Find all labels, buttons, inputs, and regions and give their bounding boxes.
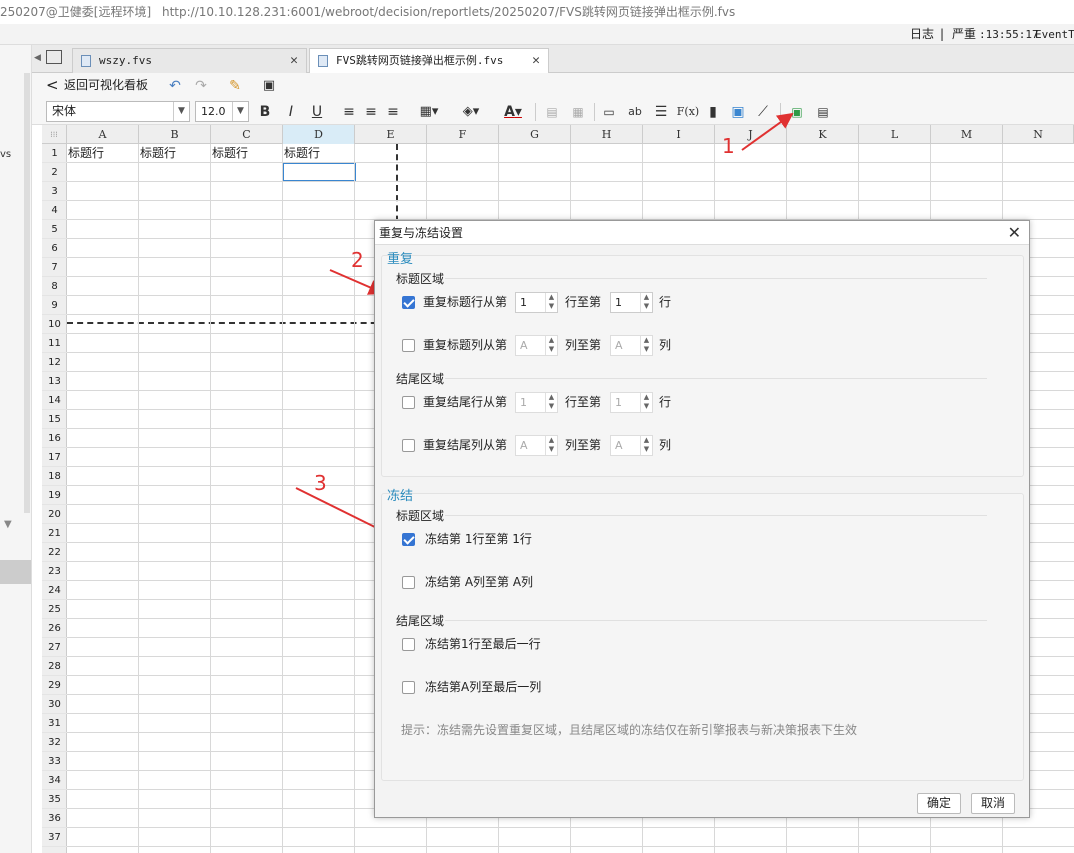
spinner-value: A xyxy=(520,339,528,352)
spinner-arrows-icon[interactable]: ▲ ▼ xyxy=(640,336,652,355)
divider xyxy=(445,515,987,516)
spinner-arrows-icon[interactable]: ▲ ▼ xyxy=(545,336,557,355)
spinner-value: 1 xyxy=(520,296,527,309)
repeat-title-row-mid-label: 行至第 xyxy=(565,295,602,309)
spinner-value: A xyxy=(520,439,528,452)
repeat-title-row-from-spinner[interactable]: 1 ▲ ▼ xyxy=(515,292,558,313)
repeat-title-area-label: 标题区域 xyxy=(396,272,445,286)
freeze-title-col-label: 冻结第 A列至第 A列 xyxy=(425,575,534,589)
repeat-footer-row-label: 重复结尾行从第 xyxy=(423,395,508,409)
repeat-title-col-label: 重复标题列从第 xyxy=(423,338,508,352)
repeat-footer-col-from-spinner[interactable]: A ▲ ▼ xyxy=(515,435,558,456)
freeze-footer-row-label: 冻结第1行至最后一行 xyxy=(425,637,541,651)
repeat-title-col-unit: 列 xyxy=(659,338,672,352)
repeat-title-row-to-spinner[interactable]: 1 ▲ ▼ xyxy=(610,292,653,313)
annotation-label-2: 2 xyxy=(351,248,364,272)
cancel-button[interactable]: 取消 xyxy=(971,793,1015,814)
repeat-footer-row-from-spinner[interactable]: 1 ▲ ▼ xyxy=(515,392,558,413)
dialog-title-bar: 重复与冻结设置 ✕ xyxy=(375,221,1029,245)
spinner-arrows-icon[interactable]: ▲ ▼ xyxy=(545,293,557,312)
freeze-hint-text: 提示：冻结需先设置重复区域，且结尾区域的冻结仅在新引擎报表与新决策报表下生效 xyxy=(401,723,858,737)
repeat-title-row-unit: 行 xyxy=(659,295,672,309)
repeat-footer-col-checkbox[interactable] xyxy=(402,439,415,452)
repeat-footer-col-to-spinner[interactable]: A ▲ ▼ xyxy=(610,435,653,456)
divider xyxy=(445,278,987,279)
freeze-footer-area-label: 结尾区域 xyxy=(396,614,445,628)
repeat-footer-area-label: 结尾区域 xyxy=(396,372,445,386)
close-icon[interactable]: ✕ xyxy=(1008,222,1021,244)
repeat-footer-col-unit: 列 xyxy=(659,438,672,452)
repeat-title-col-to-spinner[interactable]: A ▲ ▼ xyxy=(610,335,653,356)
spinner-value: 1 xyxy=(615,396,622,409)
repeat-footer-row-mid-label: 行至第 xyxy=(565,395,602,409)
spinner-value: 1 xyxy=(615,296,622,309)
spinner-arrows-icon[interactable]: ▲ ▼ xyxy=(545,436,557,455)
dialog-title: 重复与冻结设置 xyxy=(379,226,464,240)
repeat-title-col-from-spinner[interactable]: A ▲ ▼ xyxy=(515,335,558,356)
repeat-footer-col-mid-label: 列至第 xyxy=(565,438,602,452)
repeat-footer-col-label: 重复结尾列从第 xyxy=(423,438,508,452)
freeze-title-row-checkbox[interactable] xyxy=(402,533,415,546)
divider xyxy=(445,378,987,379)
repeat-title-row-label: 重复标题行从第 xyxy=(423,295,508,309)
freeze-title-col-checkbox[interactable] xyxy=(402,576,415,589)
spinner-value: 1 xyxy=(520,396,527,409)
freeze-footer-row-checkbox[interactable] xyxy=(402,638,415,651)
spinner-arrows-icon[interactable]: ▲ ▼ xyxy=(545,393,557,412)
spinner-arrows-icon[interactable]: ▲ ▼ xyxy=(640,436,652,455)
repeat-footer-row-checkbox[interactable] xyxy=(402,396,415,409)
freeze-section-title: 冻结 xyxy=(387,489,414,504)
spinner-arrows-icon[interactable]: ▲ ▼ xyxy=(640,293,652,312)
repeat-footer-row-to-spinner[interactable]: 1 ▲ ▼ xyxy=(610,392,653,413)
repeat-footer-row-unit: 行 xyxy=(659,395,672,409)
annotation-label-1: 1 xyxy=(722,134,735,158)
repeat-title-row-checkbox[interactable] xyxy=(402,296,415,309)
repeat-freeze-dialog: 重复与冻结设置 ✕ 重复 标题区域 重复标题行从第 1 ▲ ▼ 行至第 1 ▲ ▼ 行 … xyxy=(374,220,1030,818)
freeze-title-row-label: 冻结第 1行至第 1行 xyxy=(425,532,532,546)
annotation-label-3: 3 xyxy=(314,471,327,495)
repeat-title-col-mid-label: 列至第 xyxy=(565,338,602,352)
annotation-arrow-1 xyxy=(741,112,794,151)
freeze-title-area-label: 标题区域 xyxy=(396,509,445,523)
repeat-title-col-checkbox[interactable] xyxy=(402,339,415,352)
freeze-footer-col-checkbox[interactable] xyxy=(402,681,415,694)
spinner-value: A xyxy=(615,339,623,352)
ok-button[interactable]: 确定 xyxy=(917,793,961,814)
divider xyxy=(445,620,987,621)
repeat-section-title: 重复 xyxy=(387,252,414,267)
freeze-footer-col-label: 冻结第A列至最后一列 xyxy=(425,680,542,694)
spinner-value: A xyxy=(615,439,623,452)
spinner-arrows-icon[interactable]: ▲ ▼ xyxy=(640,393,652,412)
